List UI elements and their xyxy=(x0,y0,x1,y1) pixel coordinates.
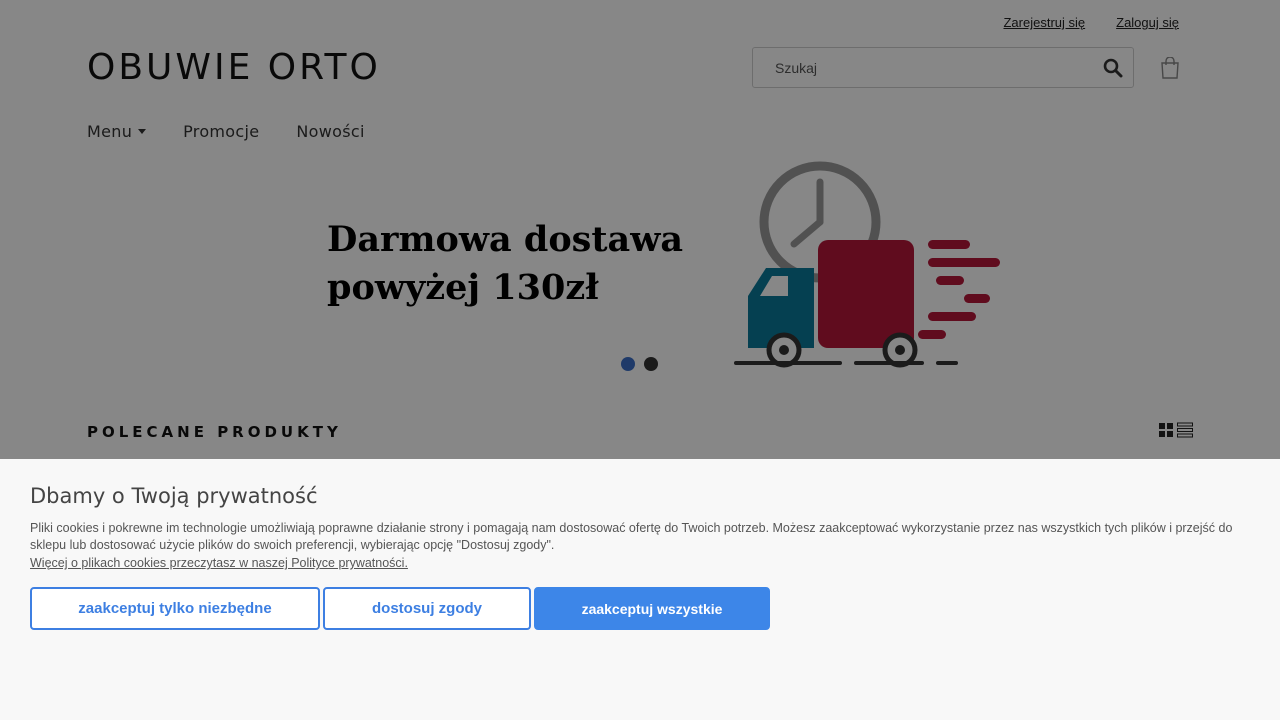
cookie-buttons: zaakceptuj tylko niezbędne dostosuj zgod… xyxy=(30,587,770,630)
cookie-text: Pliki cookies i pokrewne im technologie … xyxy=(30,521,1233,552)
customize-consent-button[interactable]: dostosuj zgody xyxy=(323,587,531,630)
cookie-title: Dbamy o Twoją prywatność xyxy=(30,484,318,508)
accept-necessary-button[interactable]: zaakceptuj tylko niezbędne xyxy=(30,587,320,630)
cookie-consent-panel: Dbamy o Twoją prywatność Pliki cookies i… xyxy=(0,459,1280,720)
accept-all-button[interactable]: zaakceptuj wszystkie xyxy=(534,587,770,630)
privacy-policy-link[interactable]: Więcej o plikach cookies przeczytasz w n… xyxy=(30,556,408,570)
